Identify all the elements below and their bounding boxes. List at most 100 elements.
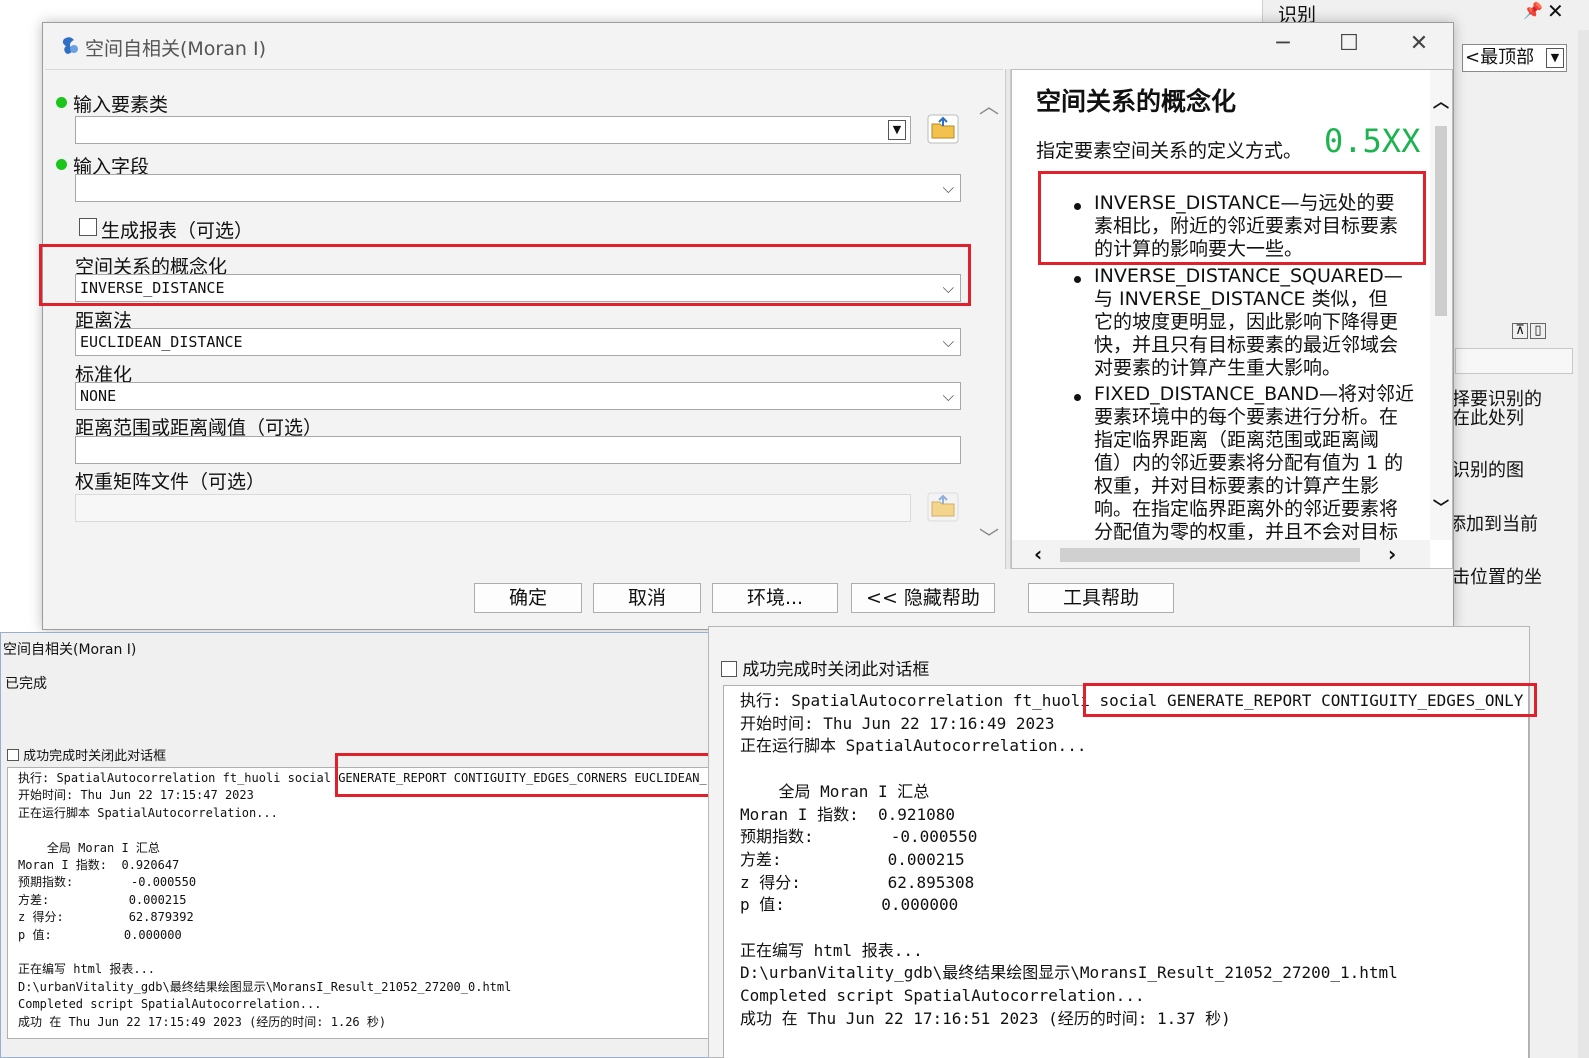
log-line: p 值: 0.000000 — [740, 895, 959, 915]
environments-button[interactable]: 环境... — [712, 583, 838, 613]
log-line: Moran I 指数: 0.921080 — [740, 804, 956, 824]
help-line: 它的坡度更明显，因此影响下降得更 — [1094, 311, 1399, 333]
chevron-down-icon[interactable]: ⌵ — [943, 383, 954, 409]
log-line: 正在运行脚本 SpatialAutocorrelation... — [740, 736, 1087, 756]
close-on-success-option[interactable]: 成功完成时关闭此对话框 — [7, 745, 166, 764]
progress-log: 执行: SpatialAutocorrelation ft_huoli soci… — [723, 685, 1529, 1058]
log-line: 预期指数: -0.000550 — [18, 875, 197, 890]
weights-file-input[interactable] — [75, 494, 911, 522]
chevron-down-icon[interactable]: ▼ — [888, 120, 906, 140]
moran-i-dialog: 空间自相关(Moran I) ─ ☐ ✕ 输入要素类 ▼ 输入字段 ⌵ 生成报表… — [39, 22, 1454, 630]
tool-help-button[interactable]: 工具帮助 — [1028, 583, 1174, 613]
open-folder-icon[interactable] — [927, 492, 959, 522]
help-line: 指定临界距离（距离范围或距离阈 — [1094, 429, 1380, 451]
distance-threshold-input[interactable] — [75, 436, 961, 464]
scrollbar-thumb[interactable] — [1435, 126, 1447, 316]
help-line: 响。在指定临界距离外的邻近要素将 — [1094, 498, 1399, 520]
input-field-combo[interactable]: ⌵ — [75, 174, 961, 202]
chevron-up-icon[interactable]: ︿ — [1433, 88, 1449, 112]
identify-hint-5: 击位置的坐 — [1452, 567, 1542, 588]
layout-icon[interactable]: ▯ — [1530, 323, 1546, 339]
log-line: 全局 Moran I 汇总 — [740, 781, 930, 801]
help-pane: 空间关系的概念化 指定要素空间关系的定义方式。 0.5XX INVERSE_DI… — [1011, 69, 1453, 569]
weights-file-label: 权重矩阵文件（可选） — [75, 471, 266, 493]
open-folder-icon[interactable] — [927, 114, 959, 144]
close-button[interactable]: ✕ — [1405, 31, 1433, 59]
close-on-success-checkbox[interactable] — [7, 749, 19, 761]
chevron-down-icon[interactable]: ﹀ — [979, 522, 999, 551]
pin-icon[interactable]: 📌 — [1523, 1, 1543, 20]
progress-log: 执行: SpatialAutocorrelation ft_huoli soci… — [7, 767, 709, 1039]
help-line: 值）内的邻近要素将分配有值为 1 的 — [1094, 452, 1404, 474]
bullet-icon — [1074, 276, 1081, 283]
hide-help-button[interactable]: << 隐藏帮助 — [851, 583, 995, 613]
identify-result-box[interactable] — [1455, 348, 1573, 374]
log-line: z 得分: 62.895308 — [740, 872, 975, 892]
generate-report-checkbox[interactable] — [79, 218, 97, 236]
help-vertical-scrollbar[interactable]: ︿ ﹀ — [1430, 70, 1452, 540]
highlight-box — [1083, 683, 1537, 717]
help-heading: 空间关系的概念化 — [1036, 87, 1237, 116]
help-line: INVERSE_DISTANCE_SQUARED— — [1094, 265, 1403, 287]
identify-layer-value: <最顶部 — [1465, 47, 1535, 68]
log-line: z 得分: 62.879392 — [18, 910, 194, 925]
bullet-icon — [1074, 394, 1081, 401]
minimize-button[interactable]: ─ — [1269, 31, 1297, 59]
standardization-combo[interactable]: NONE ⌵ — [75, 382, 961, 410]
highlight-box — [1038, 171, 1426, 265]
identify-hint-4: 添加到当前 — [1448, 514, 1538, 535]
chevron-down-icon[interactable]: ⌵ — [943, 175, 954, 201]
help-horizontal-scrollbar[interactable]: ‹ › — [1012, 540, 1430, 568]
standardization-value: NONE — [80, 387, 117, 405]
maximize-button[interactable]: ☐ — [1335, 31, 1363, 59]
cancel-button[interactable]: 取消 — [593, 583, 701, 613]
progress-status: 已完成 — [5, 676, 47, 692]
ok-button[interactable]: 确定 — [474, 583, 582, 613]
close-icon[interactable]: ✕ — [1547, 0, 1564, 23]
help-line: 与 INVERSE_DISTANCE 类似，但 — [1094, 288, 1388, 310]
log-line: 成功 在 Thu Jun 22 17:16:51 2023 (经历的时间: 1.… — [740, 1008, 1231, 1028]
chevron-down-icon[interactable]: ﹀ — [1433, 494, 1449, 518]
log-line: Completed script SpatialAutocorrelation.… — [740, 986, 1145, 1006]
required-indicator-icon — [56, 97, 67, 108]
chevron-up-icon[interactable]: ︿ — [979, 90, 999, 119]
scrollbar-thumb[interactable] — [1060, 548, 1360, 562]
close-on-success-label: 成功完成时关闭此对话框 — [742, 660, 930, 680]
distance-method-combo[interactable]: EUCLIDEAN_DISTANCE ⌵ — [75, 328, 961, 356]
log-line: Moran I 指数: 0.920647 — [18, 858, 180, 873]
log-line: 成功 在 Thu Jun 22 17:15:49 2023 (经历的时间: 1.… — [18, 1014, 387, 1029]
help-bullet-fixed-distance-band: FIXED_DISTANCE_BAND—将对邻近 要素环境中的每个要素进行分析。… — [1094, 383, 1414, 544]
help-line: 要素环境中的每个要素进行分析。在 — [1094, 406, 1399, 428]
help-line: FIXED_DISTANCE_BAND—将对邻近 — [1094, 383, 1414, 405]
log-line: Completed script SpatialAutocorrelation.… — [18, 997, 322, 1012]
chevron-right-icon[interactable]: › — [1388, 542, 1396, 566]
parameter-pane: 输入要素类 ▼ 输入字段 ⌵ 生成报表（可选） 空间关系的概念化 INVERSE… — [39, 69, 1003, 569]
expand-icon[interactable]: ⊼ — [1512, 323, 1528, 339]
chevron-left-icon[interactable]: ‹ — [1034, 542, 1042, 566]
log-line: 方差: 0.000215 — [740, 849, 965, 869]
help-line: 快，并且只有目标要素的最近邻域会 — [1094, 334, 1399, 356]
log-line: 正在编写 html 报表... — [18, 962, 156, 977]
dialog-title: 空间自相关(Moran I) — [85, 38, 266, 60]
highlight-box — [335, 753, 741, 797]
log-line: D:\urbanVitality_gdb\最终结果绘图显示\MoransI_Re… — [18, 979, 512, 994]
required-indicator-icon — [56, 159, 67, 170]
log-line: 正在运行脚本 SpatialAutocorrelation... — [18, 805, 278, 820]
chevron-down-icon[interactable]: ⌵ — [943, 329, 954, 355]
close-on-success-option[interactable]: 成功完成时关闭此对话框 — [721, 655, 929, 680]
log-line: 全局 Moran I 汇总 — [18, 840, 160, 855]
identify-panel-scrollbar[interactable] — [1578, 30, 1589, 1058]
log-line: 预期指数: -0.000550 — [740, 827, 978, 847]
close-on-success-checkbox[interactable] — [721, 661, 737, 677]
chevron-down-icon[interactable]: ▼ — [1546, 48, 1564, 68]
identify-layer-combo[interactable]: <最顶部 ▼ — [1462, 44, 1567, 72]
identify-hint-3: 识别的图 — [1452, 460, 1524, 481]
log-line: D:\urbanVitality_gdb\最终结果绘图显示\MoransI_Re… — [740, 963, 1398, 983]
input-features-label: 输入要素类 — [73, 94, 169, 116]
progress-window-right: 成功完成时关闭此对话框 执行: SpatialAutocorrelation f… — [708, 626, 1537, 1058]
help-bullet-inverse-distance-squared: INVERSE_DISTANCE_SQUARED— 与 INVERSE_DIST… — [1094, 265, 1403, 380]
input-features-combo[interactable]: ▼ — [75, 116, 911, 144]
identify-hint-2: 在此处列 — [1452, 408, 1524, 429]
